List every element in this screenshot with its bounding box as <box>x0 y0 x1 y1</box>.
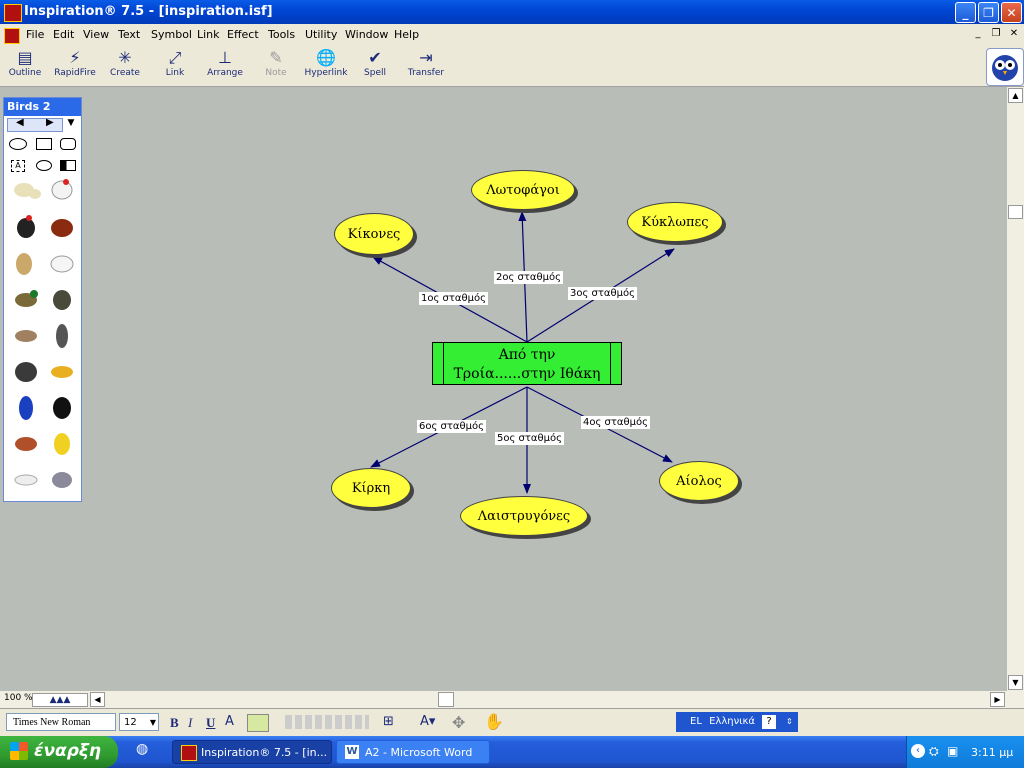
format-toolbar: Times New Roman 12 ▼ B I U A ⊞ A▾ ✥ ✋ EL… <box>0 708 1024 737</box>
main-idea-line2: Τροία......στην Ιθάκη <box>453 366 601 382</box>
bird-white-hen-icon <box>51 179 73 200</box>
palette-prev-icon[interactable]: ◀ <box>16 117 24 128</box>
node-lotofagoi[interactable]: Λωτοφάγοι <box>471 170 575 210</box>
oval-shape-icon[interactable] <box>9 138 27 150</box>
system-tray: ‹ ⛭ ▣ 3:11 μμ <box>906 736 1024 768</box>
main-idea-box[interactable]: Από την Τροία......στην Ιθάκη <box>432 342 622 385</box>
palette-next-icon[interactable]: ▶ <box>46 117 54 128</box>
line-styles[interactable] <box>285 715 369 729</box>
scroll-right-icon[interactable]: ▶ <box>990 692 1005 707</box>
rectangle-shape-icon[interactable] <box>36 138 52 150</box>
node-kirki[interactable]: Κίρκη <box>331 468 411 508</box>
zoom-level[interactable]: 100 % <box>4 693 33 703</box>
palette-nav: ◀ ▶ <box>7 117 63 132</box>
language-options-icon[interactable]: ⇕ <box>786 712 793 732</box>
palette-title[interactable]: Birds 2 <box>4 98 81 116</box>
link-label-lotofagoi[interactable]: 2ος σταθμός <box>494 271 563 284</box>
bold-button[interactable]: B <box>170 715 179 731</box>
horizontal-scrollbar: 100 % ▲▲▲ ◀ ▶ <box>0 691 1024 708</box>
text-align-icon[interactable]: A▾ <box>420 714 435 729</box>
bird-goose-icon <box>15 330 37 342</box>
vertical-scrollbar[interactable]: ▲ ▼ <box>1007 87 1024 691</box>
underline-button[interactable]: U <box>206 715 215 731</box>
symbol-palette: Birds 2 ◀ ▶ ▼ A <box>3 97 82 502</box>
tray-expand-icon[interactable]: ‹ <box>911 744 925 758</box>
clock[interactable]: 3:11 μμ <box>971 746 1013 759</box>
word-task-icon: W <box>345 745 359 759</box>
task-inspiration-label: Inspiration® 7.5 - [in... <box>201 746 328 759</box>
small-oval-icon[interactable] <box>36 160 52 171</box>
link-label-kikones[interactable]: 1ος σταθμός <box>419 292 488 305</box>
bird-pigeon-icon <box>52 472 72 488</box>
fill-color-icon[interactable] <box>247 714 269 732</box>
bird-red-hen-icon <box>51 219 73 237</box>
font-size-select[interactable]: 12 ▼ <box>119 713 159 731</box>
horizontal-scroll-thumb[interactable] <box>438 692 454 707</box>
font-size-value: 12 <box>124 717 137 728</box>
language-code: EL <box>690 716 702 727</box>
bird-canary-icon <box>54 433 70 455</box>
main-idea-left-bar <box>443 343 444 384</box>
bird-crow-icon <box>53 397 71 419</box>
bird-chicks-icon <box>14 183 41 199</box>
bird-robin-icon <box>15 437 37 451</box>
link-label-kyklopes[interactable]: 3ος σταθμός <box>568 287 637 300</box>
font-family-select[interactable]: Times New Roman <box>6 713 116 731</box>
bird-mallard2-icon <box>53 290 71 310</box>
inspiration-task-icon <box>181 745 197 761</box>
help-icon[interactable]: ? <box>762 715 776 729</box>
scroll-down-icon[interactable]: ▼ <box>1008 675 1023 690</box>
rounded-shape-icon[interactable] <box>60 138 76 150</box>
move-icon[interactable]: ✥ <box>452 713 465 732</box>
main-idea-line1: Από την <box>498 347 556 363</box>
computer-icon[interactable]: ▣ <box>947 744 958 758</box>
italic-button[interactable]: I <box>188 715 192 731</box>
text-color-icon[interactable]: A <box>225 714 234 729</box>
bird-turkey2-icon <box>15 362 37 382</box>
text-shape-icon[interactable]: A <box>11 160 25 172</box>
link-label-kirki[interactable]: 6ος σταθμός <box>417 420 486 433</box>
node-aiolos[interactable]: Αίολος <box>659 461 739 501</box>
palette-dropdown-icon[interactable]: ▼ <box>64 118 78 130</box>
network-icon[interactable]: ⛭ <box>929 744 939 759</box>
main-idea-right-bar <box>610 343 611 384</box>
bird-white-duck-icon <box>50 255 74 273</box>
language-name: Ελληνικά <box>709 716 756 727</box>
task-word-label: A2 - Microsoft Word <box>365 746 473 759</box>
windows-logo-icon <box>10 742 28 760</box>
bird-symbols[interactable] <box>4 176 81 496</box>
scroll-left-icon[interactable]: ◀ <box>90 692 105 707</box>
bird-rooster-icon <box>17 215 35 238</box>
start-label: έναρξη <box>34 741 102 761</box>
bird-yellow-bird-icon <box>51 366 73 378</box>
font-size-dropdown-icon[interactable]: ▼ <box>150 714 156 732</box>
vertical-scroll-thumb[interactable] <box>1008 205 1023 219</box>
bird-dove-icon <box>14 474 38 486</box>
bird-bluebird-icon <box>19 396 33 420</box>
node-kikones[interactable]: Κίκονες <box>334 213 414 255</box>
task-word[interactable]: W A2 - Microsoft Word <box>336 740 490 764</box>
bird-mallard-icon <box>15 290 38 307</box>
node-kyklopes[interactable]: Κύκλωπες <box>627 202 723 242</box>
node-laistrygones[interactable]: Λαιστρυγόνες <box>460 496 588 536</box>
task-inspiration[interactable]: Inspiration® 7.5 - [in... <box>172 740 332 764</box>
start-button[interactable]: έναρξη <box>0 736 118 768</box>
language-bar[interactable]: EL Ελληνικά ? ⇕ <box>676 712 798 732</box>
quick-launch-icon[interactable]: ◍ <box>136 741 154 761</box>
fill-shape-icon[interactable] <box>60 160 76 171</box>
scroll-up-icon[interactable]: ▲ <box>1008 88 1023 103</box>
link-label-aiolos[interactable]: 4ος σταθμός <box>581 416 650 429</box>
zoom-controls[interactable]: ▲▲▲ <box>32 693 88 707</box>
link-label-laistrygones[interactable]: 5ος σταθμός <box>495 432 564 445</box>
text-box-icon[interactable]: ⊞ <box>383 714 394 729</box>
bird-turkey-icon <box>56 324 68 348</box>
bird-duck-icon <box>16 253 32 275</box>
hand-icon[interactable]: ✋ <box>484 712 504 731</box>
